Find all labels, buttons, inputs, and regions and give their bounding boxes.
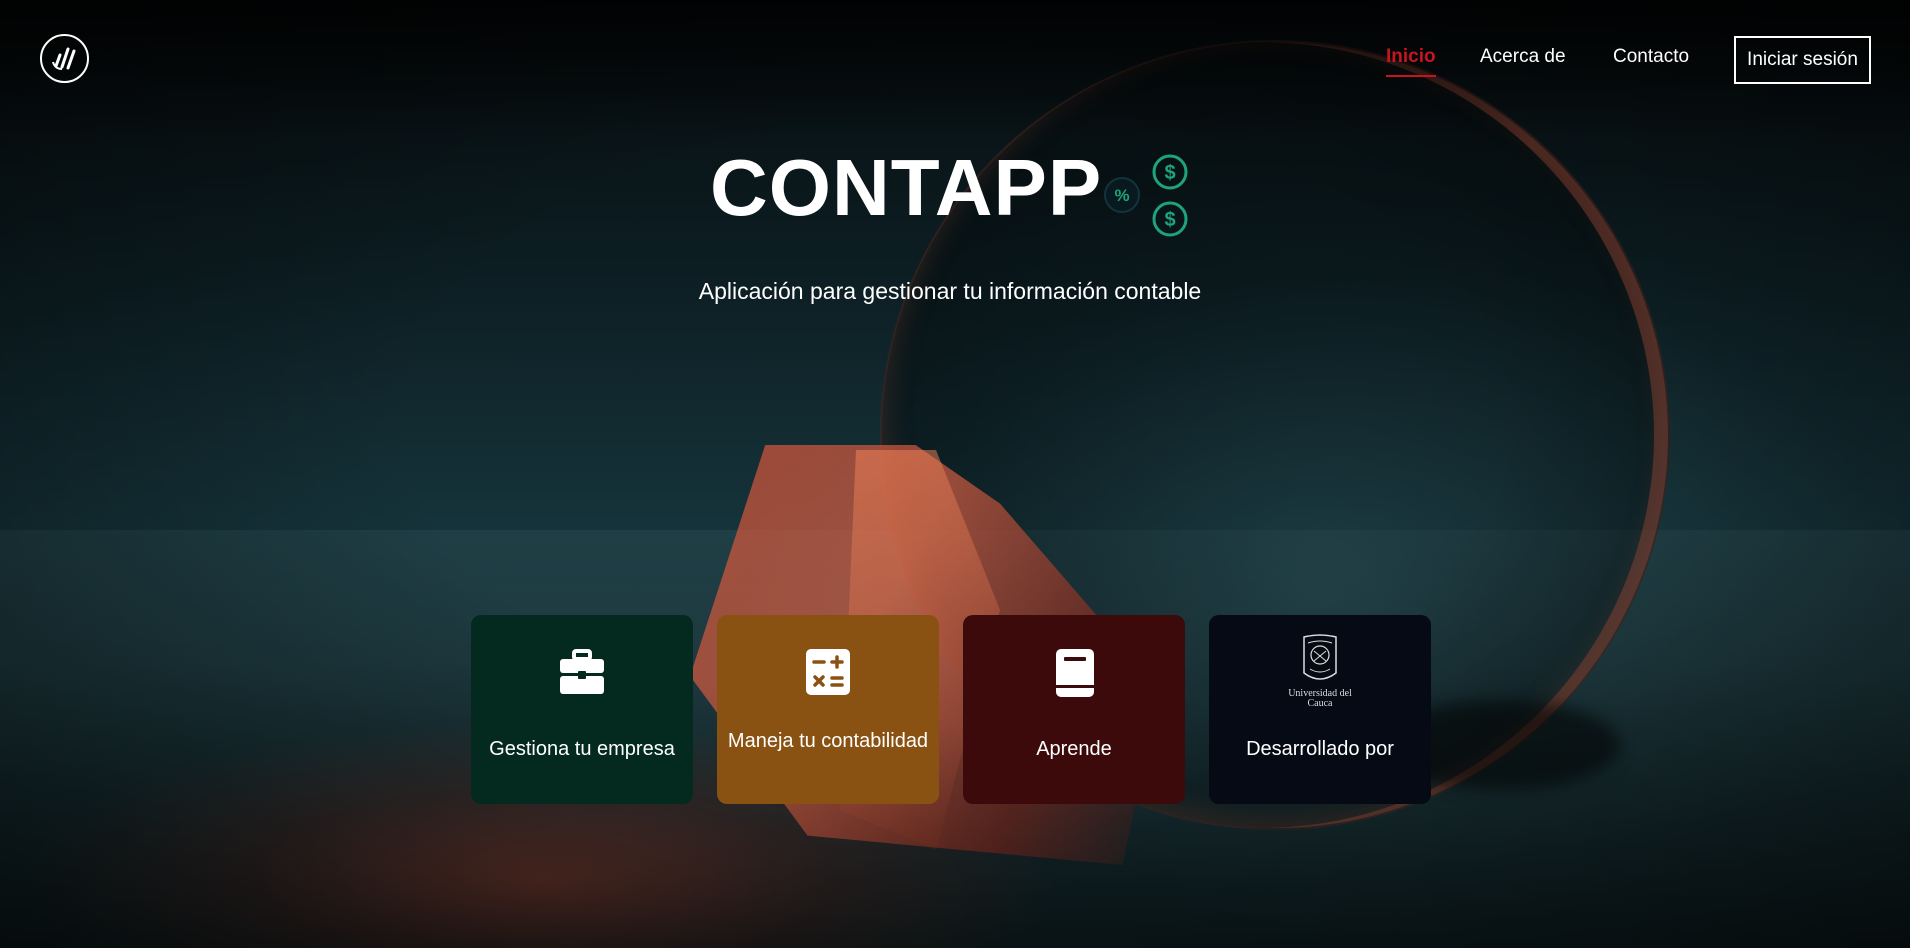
unicauca-logo-text: Universidad del Cauca bbox=[1288, 688, 1352, 709]
calculator-icon bbox=[806, 649, 850, 695]
briefcase-icon bbox=[560, 649, 604, 694]
svg-text:$: $ bbox=[1164, 209, 1175, 231]
card-gestiona-empresa[interactable]: Gestiona tu empresa bbox=[471, 615, 693, 804]
card-label: Desarrollado por bbox=[1246, 738, 1394, 760]
contapp-logo-icon[interactable] bbox=[40, 34, 89, 83]
card-desarrollado-por[interactable]: Universidad del Cauca Desarrollado por bbox=[1209, 615, 1431, 804]
page-subtitle: Aplicación para gestionar tu información… bbox=[698, 278, 1202, 304]
unicauca-seal-icon bbox=[1303, 634, 1337, 680]
card-aprende[interactable]: Aprende bbox=[963, 615, 1185, 804]
percent-coin-icon: % bbox=[1104, 177, 1140, 213]
site-header: Inicio Acerca de Contacto Iniciar sesión bbox=[0, 0, 1910, 120]
title-coins: % $ $ bbox=[1100, 150, 1200, 240]
nav-link-acerca-de[interactable]: Acerca de bbox=[1480, 46, 1566, 68]
card-label: Gestiona tu empresa bbox=[489, 738, 675, 760]
card-label: Maneja tu contabilidad bbox=[727, 730, 929, 752]
nav-link-inicio[interactable]: Inicio bbox=[1386, 46, 1436, 77]
login-button[interactable]: Iniciar sesión bbox=[1734, 36, 1871, 84]
page-title: CONTAPP bbox=[710, 143, 1103, 232]
card-label: Aprende bbox=[1036, 738, 1112, 760]
nav-link-contacto[interactable]: Contacto bbox=[1613, 46, 1689, 68]
card-maneja-contabilidad[interactable]: Maneja tu contabilidad bbox=[717, 615, 939, 804]
dollar-coin-icon: $ bbox=[1152, 201, 1188, 237]
dollar-coin-icon: $ bbox=[1152, 154, 1188, 190]
book-icon bbox=[1056, 649, 1094, 697]
logo-mark-icon bbox=[52, 47, 76, 70]
svg-text:%: % bbox=[1114, 186, 1129, 205]
svg-text:$: $ bbox=[1164, 162, 1175, 184]
